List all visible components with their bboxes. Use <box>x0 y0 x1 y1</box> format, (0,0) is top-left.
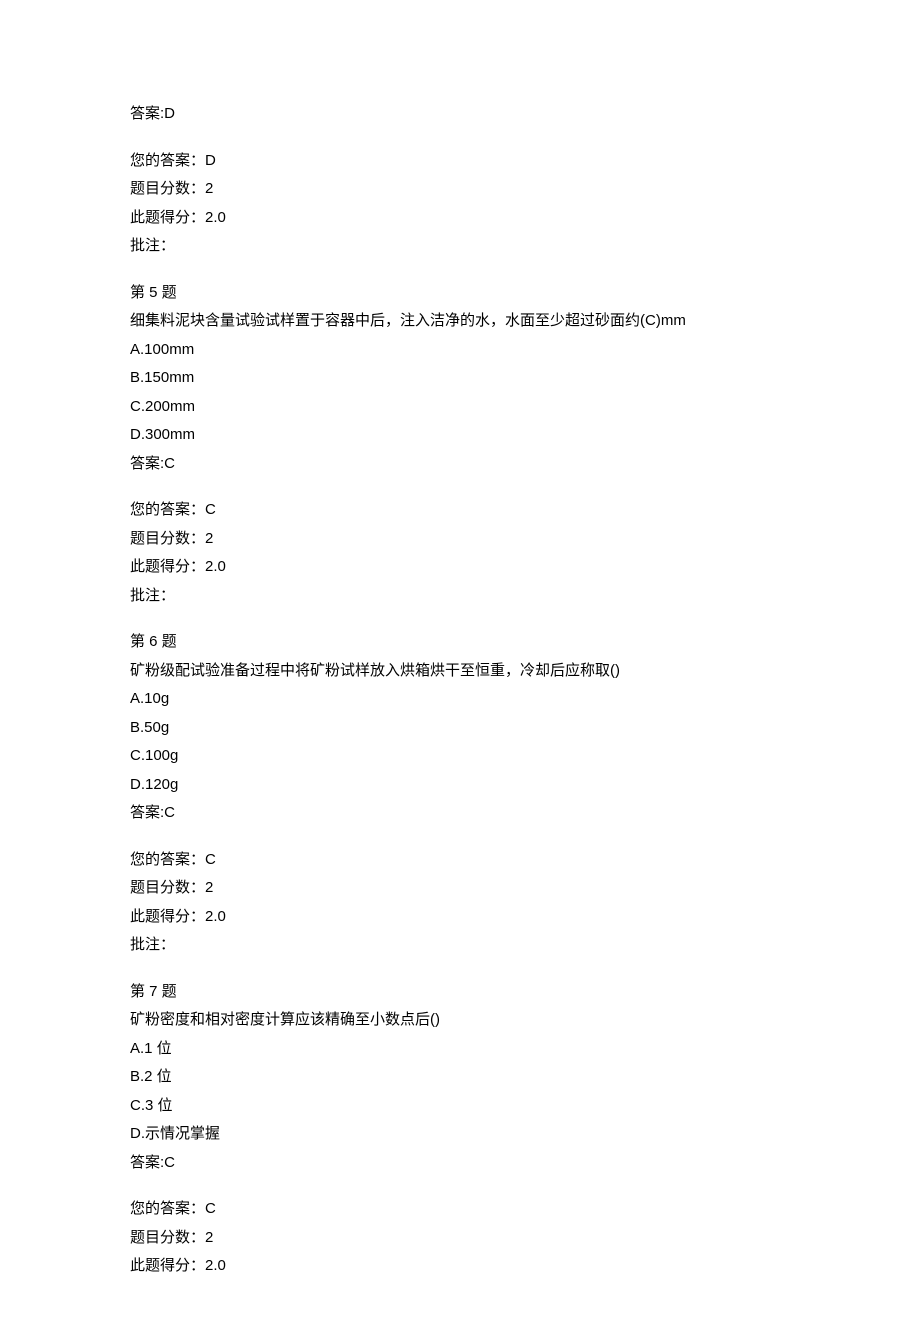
answer-line: 答案:C <box>130 450 790 479</box>
obtained-line: 此题得分：2.0 <box>130 204 790 233</box>
question-stem: 矿粉密度和相对密度计算应该精确至小数点后() <box>130 1006 790 1035</box>
obtained-line: 此题得分：2.0 <box>130 553 790 582</box>
option-c: C.3 位 <box>130 1092 790 1121</box>
option-c: C.100g <box>130 742 790 771</box>
answer-line: 答案:C <box>130 799 790 828</box>
option-d: D.120g <box>130 771 790 800</box>
obtained-line: 此题得分：2.0 <box>130 903 790 932</box>
question-block: 第 5 题 细集料泥块含量试验试样置于容器中后，注入洁净的水，水面至少超过砂面约… <box>130 279 790 479</box>
document-page: 答案:D 您的答案：D 题目分数：2 此题得分：2.0 批注： 第 5 题 细集… <box>0 0 920 1321</box>
score-block: 您的答案：C 题目分数：2 此题得分：2.0 批注： <box>130 496 790 610</box>
option-b: B.150mm <box>130 364 790 393</box>
question-block: 第 7 题 矿粉密度和相对密度计算应该精确至小数点后() A.1 位 B.2 位… <box>130 978 790 1178</box>
question-number: 第 5 题 <box>130 279 790 308</box>
score-block: 您的答案：C 题目分数：2 此题得分：2.0 批注： <box>130 846 790 960</box>
option-c: C.200mm <box>130 393 790 422</box>
your-answer-line: 您的答案：C <box>130 496 790 525</box>
score-line: 题目分数：2 <box>130 525 790 554</box>
your-answer-line: 您的答案：C <box>130 1195 790 1224</box>
answer-line: 答案:D <box>130 100 790 129</box>
score-line: 题目分数：2 <box>130 1224 790 1253</box>
prev-score-block: 您的答案：D 题目分数：2 此题得分：2.0 批注： <box>130 147 790 261</box>
remark-line: 批注： <box>130 232 790 261</box>
answer-line: 答案:C <box>130 1149 790 1178</box>
remark-line: 批注： <box>130 931 790 960</box>
option-b: B.2 位 <box>130 1063 790 1092</box>
option-a: A.10g <box>130 685 790 714</box>
question-block: 第 6 题 矿粉级配试验准备过程中将矿粉试样放入烘箱烘干至恒重，冷却后应称取()… <box>130 628 790 828</box>
question-number: 第 7 题 <box>130 978 790 1007</box>
option-a: A.100mm <box>130 336 790 365</box>
your-answer-line: 您的答案：D <box>130 147 790 176</box>
score-block: 您的答案：C 题目分数：2 此题得分：2.0 <box>130 1195 790 1281</box>
question-number: 第 6 题 <box>130 628 790 657</box>
option-b: B.50g <box>130 714 790 743</box>
option-d: D.示情况掌握 <box>130 1120 790 1149</box>
question-stem: 矿粉级配试验准备过程中将矿粉试样放入烘箱烘干至恒重，冷却后应称取() <box>130 657 790 686</box>
score-line: 题目分数：2 <box>130 874 790 903</box>
option-a: A.1 位 <box>130 1035 790 1064</box>
score-line: 题目分数：2 <box>130 175 790 204</box>
question-stem: 细集料泥块含量试验试样置于容器中后，注入洁净的水，水面至少超过砂面约(C)mm <box>130 307 790 336</box>
remark-line: 批注： <box>130 582 790 611</box>
option-d: D.300mm <box>130 421 790 450</box>
obtained-line: 此题得分：2.0 <box>130 1252 790 1281</box>
your-answer-line: 您的答案：C <box>130 846 790 875</box>
prev-answer-block: 答案:D <box>130 100 790 129</box>
